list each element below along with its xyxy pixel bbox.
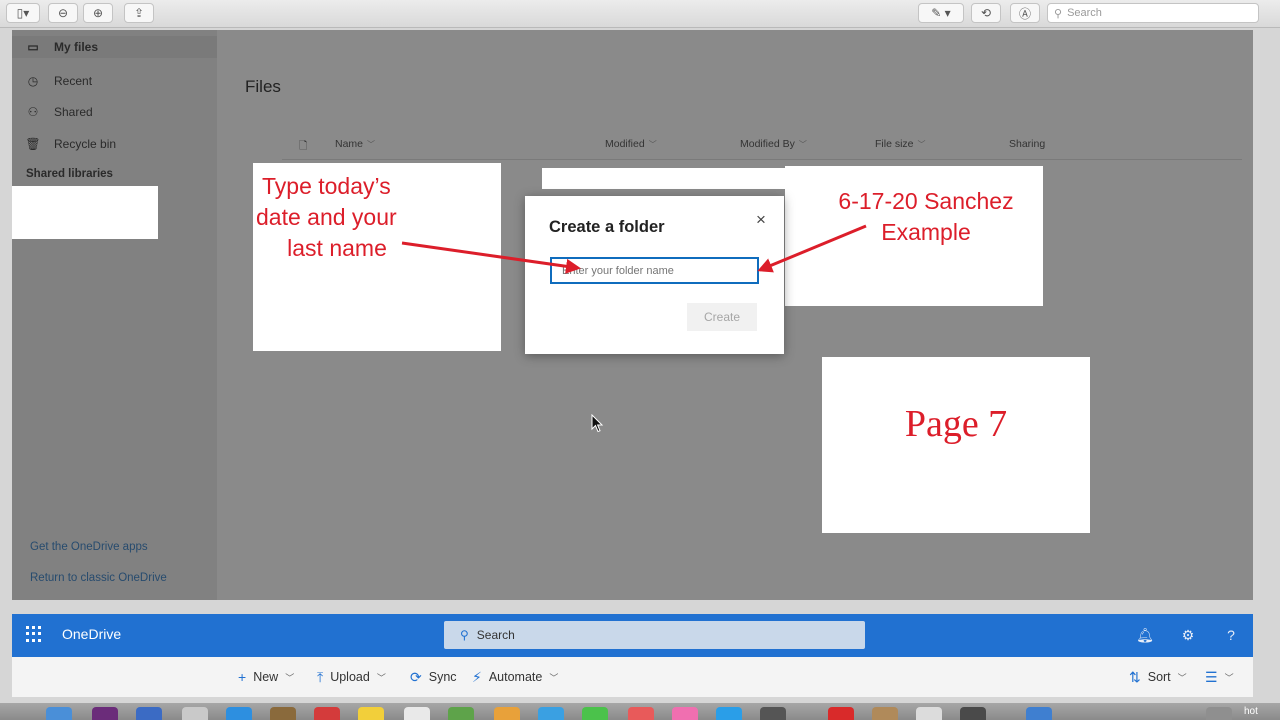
app-launcher-icon[interactable] bbox=[26, 626, 42, 642]
trash-icon[interactable] bbox=[1206, 707, 1232, 720]
mouse-cursor-icon bbox=[591, 414, 604, 433]
search-label: Search bbox=[476, 628, 515, 642]
onedrive-app-bar: OneDrive ⚲ Search 🔔︎ ⚙ ? bbox=[12, 614, 1253, 657]
facetime-icon[interactable] bbox=[582, 707, 608, 720]
list-view-icon: ☰ bbox=[1205, 668, 1218, 685]
app-icon[interactable] bbox=[270, 707, 296, 720]
plus-icon: + bbox=[238, 669, 247, 685]
gear-icon[interactable]: ⚙ bbox=[1179, 626, 1197, 644]
app-icon[interactable] bbox=[916, 707, 942, 720]
upload-icon: ⤒ bbox=[317, 668, 324, 685]
annotation-arrows bbox=[401, 224, 867, 274]
notes-icon[interactable] bbox=[358, 707, 384, 720]
brand-name[interactable]: OneDrive bbox=[62, 626, 121, 642]
dock-tail-text: hot bbox=[1244, 706, 1258, 717]
music-icon[interactable] bbox=[672, 707, 698, 720]
upload-label: Upload bbox=[330, 670, 370, 684]
app-icon[interactable] bbox=[92, 707, 118, 720]
sync-label: Sync bbox=[428, 670, 457, 684]
app-icon[interactable] bbox=[828, 707, 854, 720]
maps-icon[interactable] bbox=[448, 707, 474, 720]
sync-icon: ⟳ bbox=[410, 668, 422, 685]
search-icon: ⚲ bbox=[460, 628, 469, 642]
sort-icon: ⇅ bbox=[1129, 668, 1141, 685]
automate-button[interactable]: ⚡︎ Automate ﹀ bbox=[472, 667, 558, 687]
photos-icon[interactable] bbox=[494, 707, 520, 720]
safari-icon[interactable] bbox=[226, 707, 252, 720]
new-button[interactable]: + New ﹀ bbox=[238, 667, 294, 687]
chevron-down-icon: ﹀ bbox=[1224, 672, 1234, 683]
sort-label: Sort bbox=[1147, 670, 1171, 684]
help-icon[interactable]: ? bbox=[1222, 626, 1240, 644]
bell-icon[interactable]: 🔔︎ bbox=[1136, 626, 1154, 644]
upload-button[interactable]: ⤒ Upload ﹀ bbox=[317, 667, 386, 687]
automate-icon: ⚡︎ bbox=[472, 668, 482, 685]
new-label: New bbox=[253, 670, 279, 684]
right-arrow bbox=[757, 224, 867, 273]
sort-button[interactable]: ⇅ Sort ﹀ bbox=[1129, 667, 1187, 687]
folder-icon[interactable] bbox=[1026, 707, 1052, 720]
app-icon[interactable] bbox=[182, 707, 208, 720]
chevron-down-icon: ﹀ bbox=[1177, 672, 1187, 683]
app-icon[interactable] bbox=[960, 707, 986, 720]
app-store-icon[interactable] bbox=[716, 707, 742, 720]
chevron-down-icon: ﹀ bbox=[376, 672, 386, 683]
left-arrow bbox=[401, 241, 581, 274]
app-icon[interactable] bbox=[872, 707, 898, 720]
app-icon[interactable] bbox=[760, 707, 786, 720]
finder-icon[interactable] bbox=[46, 707, 72, 720]
automate-label: Automate bbox=[488, 670, 543, 684]
sync-button[interactable]: ⟳ Sync bbox=[410, 667, 457, 687]
app-icon[interactable] bbox=[628, 707, 654, 720]
messages-icon[interactable] bbox=[538, 707, 564, 720]
calendar-icon[interactable] bbox=[314, 707, 340, 720]
search-input[interactable]: ⚲ Search bbox=[444, 621, 865, 649]
view-options-button[interactable]: ☰ ﹀ bbox=[1205, 667, 1234, 687]
chevron-down-icon: ﹀ bbox=[549, 672, 559, 683]
app-icon[interactable] bbox=[136, 707, 162, 720]
command-bar: + New ﹀ ⤒ Upload ﹀ ⟳ Sync ⚡︎ Automate ﹀ … bbox=[12, 657, 1253, 697]
chevron-down-icon: ﹀ bbox=[285, 672, 295, 683]
app-icon[interactable] bbox=[404, 707, 430, 720]
